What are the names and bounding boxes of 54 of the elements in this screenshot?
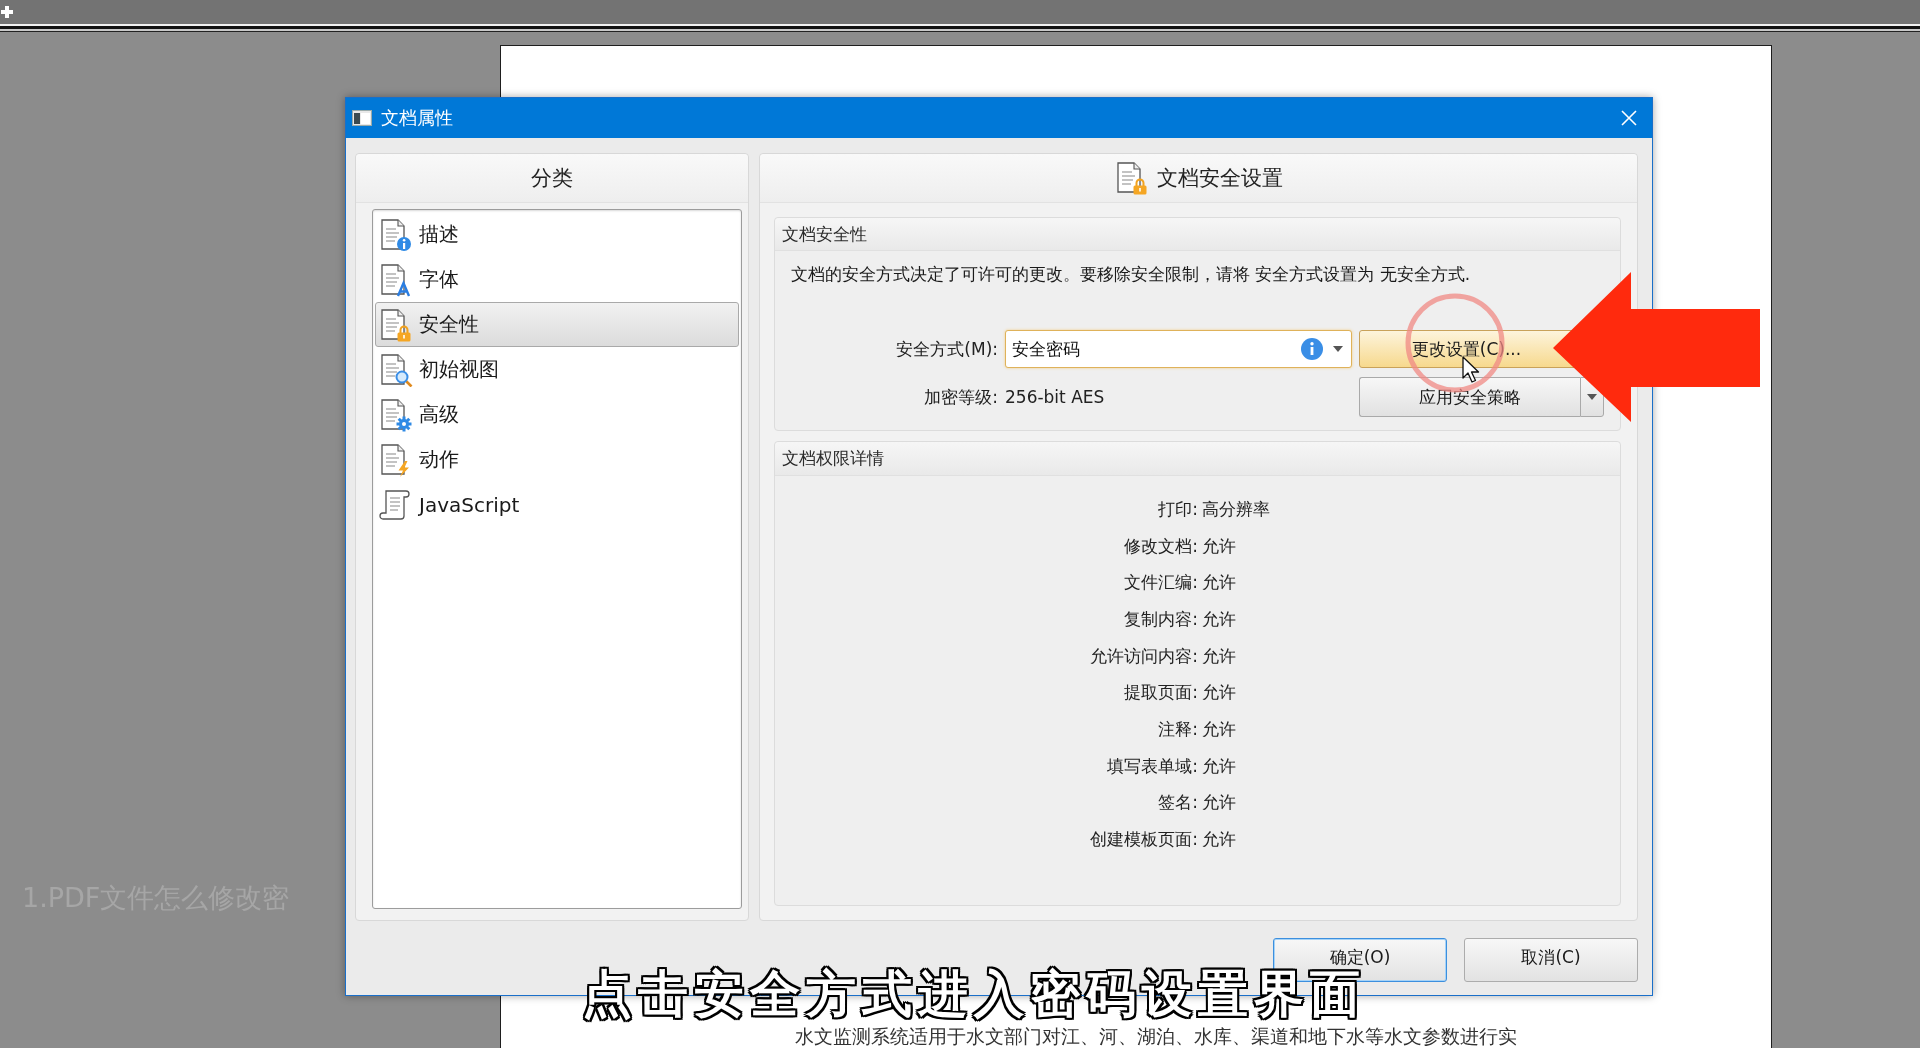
permission-value: 允许 [1202, 754, 1236, 778]
apply-policy-button[interactable]: 应用安全策略 [1359, 377, 1580, 417]
group-title: 文档权限详情 [775, 442, 1620, 476]
document-lock-icon [1114, 161, 1149, 195]
group-title: 文档安全性 [775, 218, 1620, 251]
window-icon [352, 110, 372, 126]
category-item[interactable]: 安全性 [375, 302, 739, 347]
document-letter-icon [379, 262, 413, 297]
document-magnifier-icon [379, 352, 413, 387]
permission-label: 签名: [1158, 791, 1198, 815]
permission-value: 允许 [1202, 791, 1236, 815]
category-item[interactable]: 高级 [375, 392, 739, 437]
close-icon [1621, 110, 1637, 126]
permission-value: 允许 [1202, 607, 1236, 631]
permission-value: 允许 [1202, 717, 1236, 741]
caret-icon [1333, 346, 1343, 352]
field-label: 加密等级: [924, 385, 998, 409]
field-value: 256-bit AES [1005, 387, 1105, 407]
panel-heading: 分类 [531, 165, 573, 192]
document-lock-icon [379, 307, 413, 342]
permission-label: 打印: [1158, 497, 1198, 521]
document-text: 水文监测系统适用于水文部门对江、河、湖泊、水库、渠道和地下水等水文参数进行实 [795, 1026, 1517, 1048]
permission-value: 允许 [1202, 534, 1236, 558]
permission-label: 复制内容: [1124, 607, 1198, 631]
security-description: 文档的安全方式决定了可许可的更改。要移除安全限制，请将 安全方式设置为 无安全方式. [791, 264, 1472, 284]
permission-label: 允许访问内容: [1090, 644, 1198, 668]
category-item[interactable]: 动作 [375, 437, 739, 482]
cursor-icon [1462, 356, 1480, 383]
category-item[interactable]: 描述 [375, 212, 739, 257]
permission-value: 允许 [1202, 681, 1236, 705]
category-item[interactable]: 字体 [375, 257, 739, 302]
plus-icon[interactable] [1, 6, 13, 18]
permission-label: 提取页面: [1124, 681, 1198, 705]
permission-value: 高分辨率 [1202, 497, 1270, 521]
scroll-icon [379, 487, 413, 522]
caret-icon [1587, 394, 1597, 400]
document-gear-icon [379, 397, 413, 432]
permission-value: 允许 [1202, 571, 1236, 595]
category-item[interactable]: JavaScript [375, 482, 739, 527]
window-title: 文档属性 [381, 106, 454, 130]
permission-label: 修改文档: [1124, 534, 1198, 558]
permission-label: 注释: [1158, 717, 1198, 741]
field-label: 安全方式(M): [896, 337, 998, 361]
permission-label: 文件汇编: [1124, 571, 1198, 595]
permission-label: 填写表单域: [1107, 754, 1198, 778]
panel-heading: 文档安全设置 [1156, 165, 1283, 192]
category-item[interactable]: 初始视图 [375, 347, 739, 392]
info-icon [1301, 338, 1323, 360]
permission-label: 创建模板页面: [1090, 828, 1198, 852]
permission-value: 允许 [1202, 644, 1236, 668]
permission-value: 允许 [1202, 828, 1236, 852]
dialog-button[interactable]: 取消(C) [1464, 938, 1638, 982]
document-info-icon [379, 217, 413, 252]
security-method-dropdown[interactable]: 安全密码 [1005, 330, 1352, 368]
